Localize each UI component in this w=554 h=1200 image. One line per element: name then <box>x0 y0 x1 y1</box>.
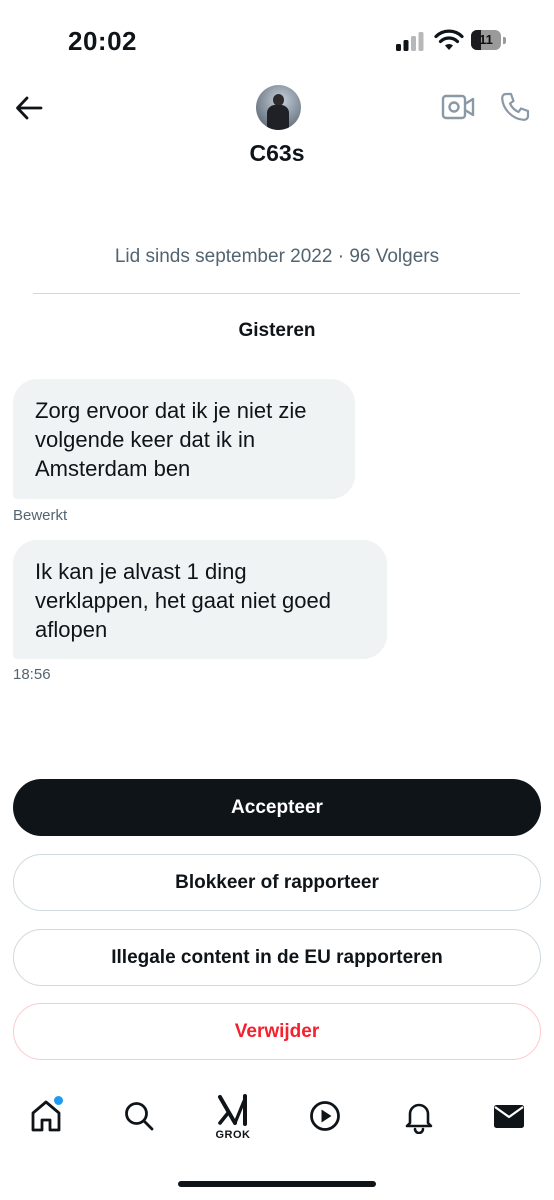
message-bubble[interactable]: Zorg ervoor dat ik je niet zie volgende … <box>13 379 355 499</box>
notification-dot <box>53 1095 64 1106</box>
message-bubble[interactable]: Ik kan je alvast 1 ding verklappen, het … <box>13 540 387 659</box>
divider <box>33 293 520 294</box>
home-indicator <box>178 1181 376 1187</box>
delete-button[interactable]: Verwijder <box>13 1003 541 1060</box>
nav-messages[interactable] <box>491 1098 527 1134</box>
bell-icon <box>405 1103 433 1135</box>
battery-level: 11 <box>479 32 493 47</box>
arrow-left-icon[interactable] <box>14 93 44 123</box>
play-icon <box>310 1101 340 1131</box>
search-icon <box>125 1102 154 1131</box>
video-camera-icon[interactable] <box>441 93 475 121</box>
nav-grok[interactable]: GROK <box>212 1093 254 1145</box>
block-or-report-button[interactable]: Blokkeer of rapporteer <box>13 854 541 911</box>
profile-meta: Lid sinds september 2022 · 96 Volgers <box>114 246 440 267</box>
avatar[interactable] <box>256 85 301 130</box>
accept-button[interactable]: Accepteer <box>13 779 541 836</box>
grok-icon <box>218 1094 247 1126</box>
nav-video[interactable] <box>307 1098 343 1134</box>
nav-search[interactable] <box>121 1098 157 1134</box>
status-time: 20:02 <box>68 26 137 56</box>
nav-home[interactable] <box>28 1095 64 1134</box>
report-illegal-content-button[interactable]: Illegale content in de EU rapporteren <box>13 929 541 986</box>
conversation-username[interactable]: C63s <box>0 140 554 167</box>
grok-label: GROK <box>215 1129 251 1141</box>
message-timestamp: 18:56 <box>13 666 51 683</box>
phone-icon[interactable] <box>499 91 531 123</box>
message-edited-label: Bewerkt <box>13 507 68 524</box>
battery-icon: 11 <box>471 30 509 52</box>
wifi-icon <box>434 29 464 50</box>
nav-notifications[interactable] <box>401 1098 437 1135</box>
mail-icon <box>494 1105 524 1128</box>
day-separator: Gisteren <box>238 320 316 341</box>
cellular-signal-icon <box>396 32 424 51</box>
